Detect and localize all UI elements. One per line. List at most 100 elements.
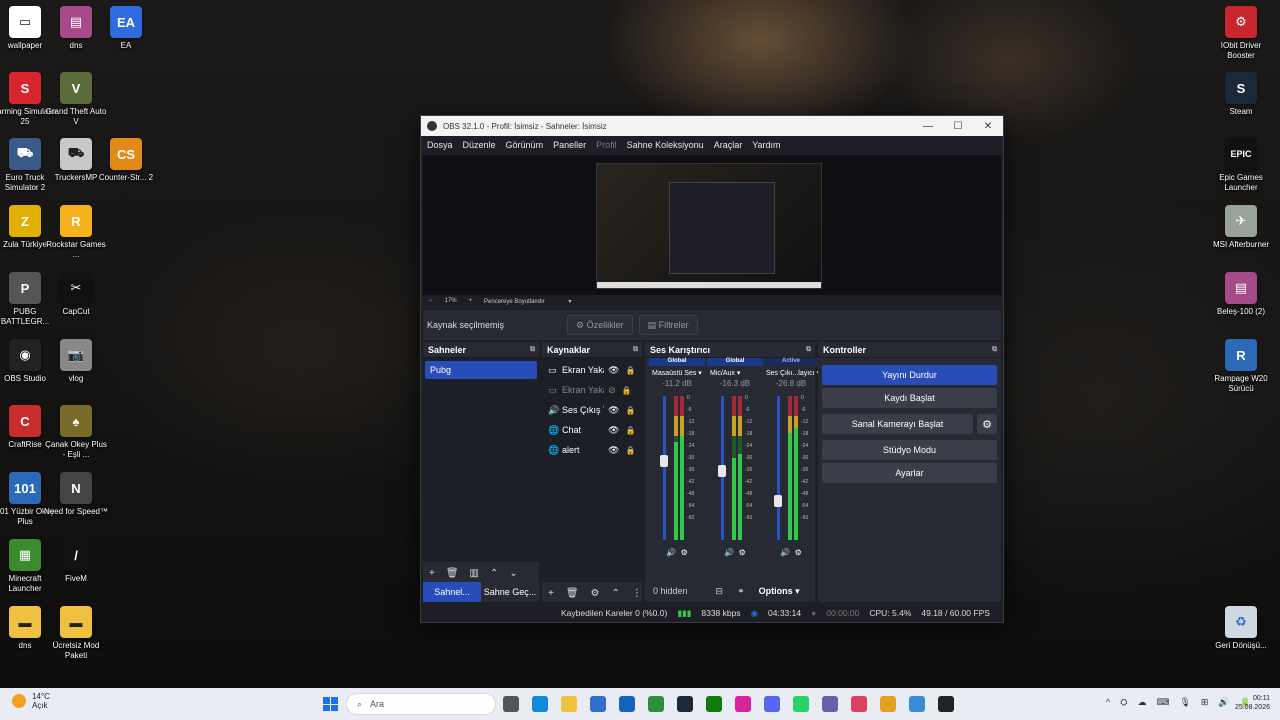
menu-view[interactable]: Görünüm: [506, 140, 544, 150]
undock-icon[interactable]: ⧉: [806, 346, 811, 354]
start-button[interactable]: [323, 697, 338, 711]
taskbar-app-edge-icon[interactable]: [532, 696, 548, 712]
eye-icon[interactable]: 👁: [608, 425, 619, 436]
scene-item-pubg[interactable]: Pubg: [425, 361, 537, 379]
lock-icon[interactable]: 🔒: [625, 406, 635, 415]
channel-name-dropdown[interactable]: Masaüstü Ses ▾: [649, 366, 705, 379]
volume-slider-knob[interactable]: [660, 454, 668, 467]
taskbar-app-outlook-icon[interactable]: [619, 696, 635, 712]
source-item[interactable]: ▭ Ekran Yaka ⊘ 🔒: [542, 380, 642, 400]
add-scene-icon[interactable]: +: [429, 568, 435, 579]
taskbar-app-instagram-icon[interactable]: [735, 696, 751, 712]
taskbar-app-folder-icon[interactable]: [561, 696, 577, 712]
volume-slider-track[interactable]: [663, 396, 666, 540]
tab-scene-transitions[interactable]: Sahne Geç...: [481, 582, 539, 602]
undock-icon[interactable]: ⧉: [530, 346, 535, 354]
mute-icon[interactable]: 🔊: [666, 548, 676, 557]
taskbar-app-app-blue-icon[interactable]: [909, 696, 925, 712]
add-source-icon[interactable]: +: [548, 588, 554, 599]
studio-mode-button[interactable]: Stüdyo Modu: [822, 440, 997, 460]
volume-slider-knob[interactable]: [774, 495, 782, 508]
preview-canvas[interactable]: [423, 155, 1001, 295]
virtual-camera-settings-icon[interactable]: ⚙: [977, 414, 997, 434]
menu-scene-collection[interactable]: Sahne Koleksiyonu: [627, 140, 704, 150]
desktop-icon-capcut[interactable]: ✂ CapCut: [43, 272, 109, 317]
stop-stream-button[interactable]: Yayını Durdur: [822, 365, 997, 385]
tray-icon[interactable]: ⛭: [1120, 697, 1127, 708]
channel-settings-icon[interactable]: ⚙: [681, 548, 688, 557]
move-up-icon[interactable]: ⌃: [490, 568, 498, 579]
remove-scene-icon[interactable]: 🗑: [446, 568, 459, 579]
volume-meter[interactable]: 0 -6 -12 -18 -24 -30 -36 -42 -48 -54 -60: [649, 392, 705, 542]
taskbar-app-obs-icon[interactable]: [938, 696, 954, 712]
weather-widget[interactable]: 14°C Açık: [12, 692, 50, 710]
properties-button[interactable]: ⚙ Özellikler: [567, 315, 633, 335]
zoom-in-button[interactable]: +: [469, 298, 473, 304]
tray-icon[interactable]: 🎙: [1179, 697, 1190, 708]
taskbar-app-whatsapp-icon[interactable]: [793, 696, 809, 712]
move-down-icon[interactable]: ⌄: [509, 568, 517, 579]
scene-filters-icon[interactable]: ▥: [470, 568, 479, 579]
channel-name-dropdown[interactable]: Mic/Aux ▾: [707, 366, 763, 379]
source-more-icon[interactable]: ⋮: [632, 588, 642, 599]
remove-source-icon[interactable]: 🗑: [566, 588, 579, 599]
desktop-icon-cretsiz-mod-paketi[interactable]: ▬ Ücretsiz Mod Paketi: [43, 606, 109, 661]
taskbar-app-teams-icon[interactable]: [822, 696, 838, 712]
taskbar-app-steam-icon[interactable]: [677, 696, 693, 712]
mute-icon[interactable]: 🔊: [724, 548, 734, 557]
undock-icon[interactable]: ⧉: [633, 346, 638, 354]
taskbar-app-chrome-icon[interactable]: [880, 696, 896, 712]
obs-window[interactable]: OBS 32.1.0 - Profil: İsimsiz - Sahneler:…: [420, 115, 1004, 623]
channel-settings-icon[interactable]: ⚙: [795, 548, 802, 557]
desktop-icon-need-for-speed[interactable]: N Need for Speed™: [43, 472, 109, 517]
clock[interactable]: 00:11 25.08.2026: [1235, 694, 1270, 712]
desktop-icon-epic-games-launcher[interactable]: EPIC Epic Games Launcher: [1208, 138, 1274, 193]
volume-meter[interactable]: 0 -6 -12 -18 -24 -30 -36 -42 -48 -54 -60: [763, 392, 819, 542]
tab-scenes[interactable]: Sahnel...: [423, 582, 481, 602]
desktop-icon-msi-afterburner[interactable]: ✈ MSI Afterburner: [1208, 205, 1274, 250]
search-box[interactable]: ⌕ Ara: [346, 693, 496, 715]
source-item[interactable]: ▭ Ekran Yaka 👁 🔒: [542, 360, 642, 380]
start-recording-button[interactable]: Kaydı Başlat: [822, 388, 997, 408]
lock-icon[interactable]: 🔒: [625, 446, 635, 455]
tray-icon[interactable]: ⌨: [1156, 697, 1169, 708]
eye-icon[interactable]: 👁: [608, 365, 619, 376]
desktop-icon-bele-100-2[interactable]: ▤ Beleş-100 (2): [1208, 272, 1274, 317]
tray-icon[interactable]: 🔊: [1218, 697, 1229, 708]
tray-icon[interactable]: ⊞: [1201, 697, 1209, 708]
zoom-fit-select[interactable]: Pencereye Boyutlandır ▾: [484, 298, 571, 305]
desktop-icon-anak-okey-plus-e-li[interactable]: ♠ Çanak Okey Plus - Eşli ...: [43, 405, 109, 460]
source-up-icon[interactable]: ⌃: [612, 588, 620, 599]
volume-meter[interactable]: 0 -6 -12 -18 -24 -30 -36 -42 -48 -54 -60: [707, 392, 763, 542]
desktop-icon-fivem[interactable]: / FiveM: [43, 539, 109, 584]
taskbar-app-xbox-icon[interactable]: [706, 696, 722, 712]
desktop-icon-vlog[interactable]: 📷 vlog: [43, 339, 109, 384]
source-properties-icon[interactable]: ⚙: [591, 588, 600, 599]
lock-icon[interactable]: 🔒: [622, 386, 632, 395]
volume-slider-track[interactable]: [777, 396, 780, 540]
mixer-layout-icon[interactable]: ⊟: [716, 586, 724, 597]
menu-edit[interactable]: Düzenle: [463, 140, 496, 150]
obs-titlebar[interactable]: OBS 32.1.0 - Profil: İsimsiz - Sahneler:…: [421, 116, 1003, 136]
menu-tools[interactable]: Araçlar: [714, 140, 743, 150]
eye-icon[interactable]: 👁: [608, 405, 619, 416]
source-item[interactable]: 🌐 Chat 👁 🔒: [542, 420, 642, 440]
tray-icon[interactable]: ☁: [1137, 697, 1146, 708]
menu-docks[interactable]: Paneller: [553, 140, 586, 150]
source-item[interactable]: 🔊Ses Çıkış Y 👁 🔒: [542, 400, 642, 420]
menu-profile[interactable]: Profil: [596, 140, 617, 150]
channel-name-dropdown[interactable]: Ses Çıkı...layıcı ▾: [763, 366, 819, 379]
taskbar-app-photos-icon[interactable]: [851, 696, 867, 712]
desktop-icon-counter-str-2[interactable]: CS Counter-Str... 2: [93, 138, 159, 183]
eye-off-icon[interactable]: ⊘: [608, 385, 616, 396]
taskbar-app-gamepass-icon[interactable]: [648, 696, 664, 712]
desktop-icon-rockstar-games[interactable]: R Rockstar Games ...: [43, 205, 109, 260]
filters-button[interactable]: ▤ Filtreler: [638, 315, 698, 335]
mute-icon[interactable]: 🔊: [780, 548, 790, 557]
mixer-link-icon[interactable]: ⚭: [737, 586, 745, 597]
taskbar-app-discord-icon[interactable]: [764, 696, 780, 712]
taskbar-app-store-icon[interactable]: [590, 696, 606, 712]
desktop-icon-geri-d-n[interactable]: ♻ Geri Dönüşü...: [1208, 606, 1274, 651]
lock-icon[interactable]: 🔒: [625, 366, 635, 375]
channel-settings-icon[interactable]: ⚙: [739, 548, 746, 557]
